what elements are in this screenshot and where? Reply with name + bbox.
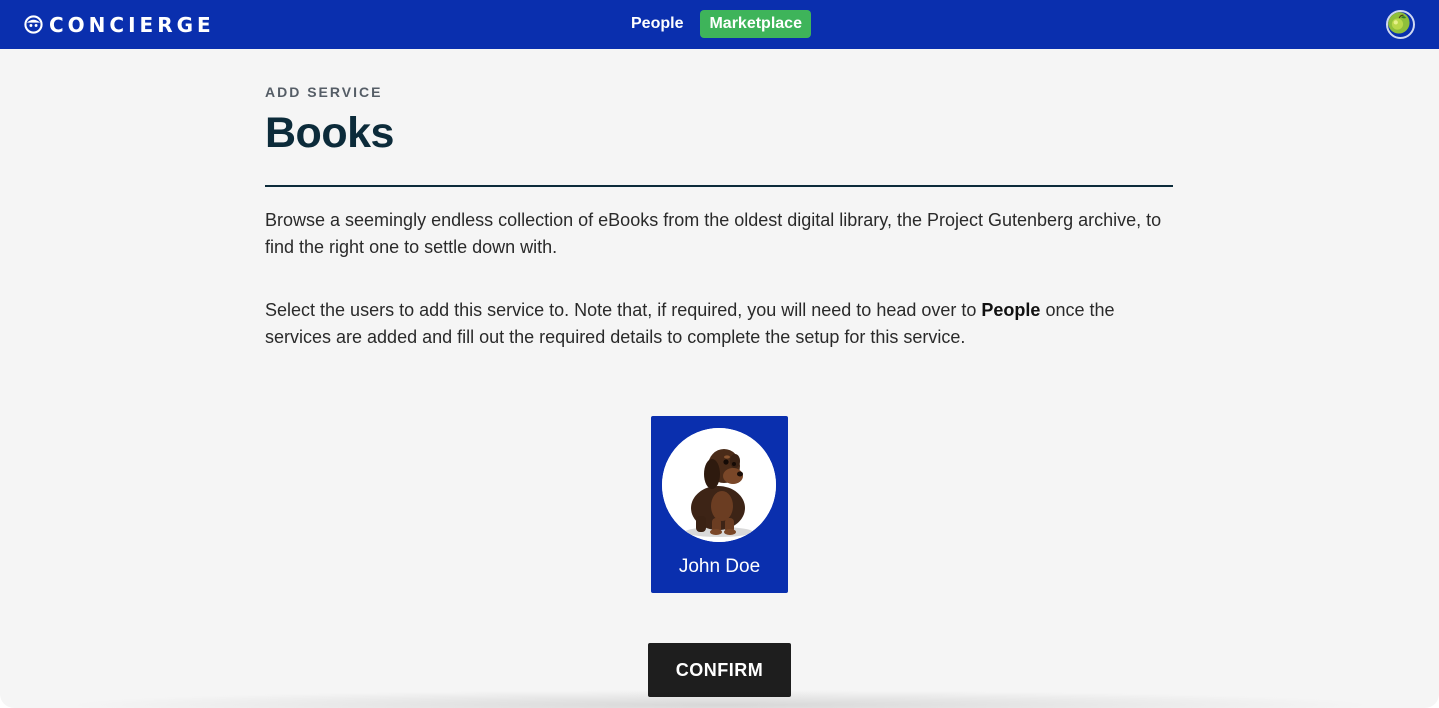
brand-name: CONCIERGE bbox=[49, 12, 215, 37]
section-eyebrow: ADD SERVICE bbox=[265, 84, 383, 100]
service-description: Browse a seemingly endless collection of… bbox=[265, 210, 1162, 257]
nav-item-marketplace[interactable]: Marketplace bbox=[700, 10, 811, 38]
main-nav: People Marketplace bbox=[622, 10, 811, 38]
user-name: John Doe bbox=[678, 556, 761, 577]
user-photo bbox=[662, 428, 776, 542]
people-emphasis: People bbox=[981, 300, 1041, 320]
nav-item-people[interactable]: People bbox=[622, 10, 692, 38]
title-divider bbox=[265, 185, 1173, 187]
concierge-face-icon bbox=[24, 15, 43, 34]
app-window: CONCIERGE People Marketplace ADD SERVICE… bbox=[0, 0, 1439, 708]
top-navigation-bar: CONCIERGE People Marketplace bbox=[0, 0, 1439, 49]
confirm-button[interactable]: CONFIRM bbox=[648, 643, 791, 697]
apple-avatar-icon bbox=[1388, 12, 1410, 34]
user-card-john-doe[interactable]: John Doe bbox=[651, 416, 788, 593]
instructions-text-before: Select the users to add this service to.… bbox=[265, 300, 982, 320]
page-title: Books bbox=[265, 109, 394, 157]
dachshund-puppy-photo bbox=[662, 428, 776, 542]
bottom-shadow bbox=[60, 690, 1380, 708]
service-instructions: Select the users to add this service to.… bbox=[265, 297, 1180, 351]
brand-logo-link[interactable]: CONCIERGE bbox=[24, 0, 215, 49]
user-avatar[interactable] bbox=[1386, 10, 1415, 39]
